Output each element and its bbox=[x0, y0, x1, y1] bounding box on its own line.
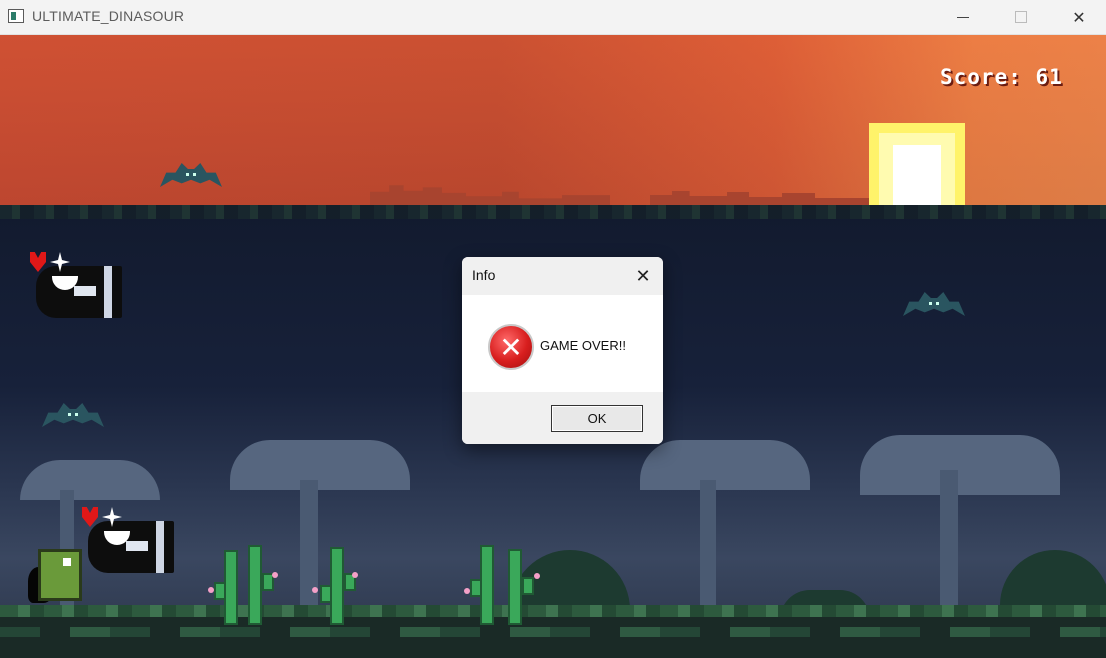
dialog-title: Info bbox=[472, 267, 496, 283]
score-display: Score: 61 bbox=[940, 65, 1063, 89]
cactus bbox=[470, 545, 494, 625]
dialog-message: GAME OVER!! bbox=[540, 338, 626, 353]
cactus bbox=[248, 545, 274, 625]
dialog-body: ✕ GAME OVER!! bbox=[462, 295, 663, 392]
ground bbox=[0, 605, 1106, 658]
bullet-eye bbox=[126, 541, 148, 551]
cactus-arm bbox=[522, 577, 534, 595]
cactus-flower bbox=[464, 588, 470, 594]
dialog-close-button[interactable]: ✕ bbox=[630, 263, 656, 289]
cactus-flower bbox=[208, 587, 214, 593]
dialog-footer: OK bbox=[462, 392, 663, 444]
sun bbox=[869, 123, 965, 205]
cactus-arm bbox=[320, 585, 332, 603]
cactus-flower bbox=[534, 573, 540, 579]
tree-canopy bbox=[230, 440, 410, 490]
bullet-stripe bbox=[104, 266, 112, 318]
cactus-arm bbox=[214, 582, 226, 600]
maximize-button[interactable] bbox=[992, 0, 1050, 34]
cactus bbox=[214, 550, 238, 625]
cactus-flower bbox=[352, 572, 358, 578]
dialog-header: Info ✕ bbox=[462, 257, 663, 295]
tree-trunk bbox=[700, 480, 716, 620]
cactus bbox=[320, 547, 356, 625]
bullet-stripe bbox=[156, 521, 164, 573]
tree-trunk bbox=[940, 470, 958, 620]
bullet-eye bbox=[74, 286, 96, 296]
window-title: ULTIMATE_DINASOUR bbox=[32, 8, 185, 24]
minimize-icon bbox=[957, 16, 969, 18]
close-icon: ✕ bbox=[635, 265, 651, 286]
ok-button[interactable]: OK bbox=[551, 405, 643, 432]
cactus-flower bbox=[272, 572, 278, 578]
error-icon: ✕ bbox=[488, 324, 534, 370]
player-dinosaur bbox=[38, 549, 82, 601]
tree-canopy bbox=[20, 460, 160, 500]
cactus-arm bbox=[470, 579, 482, 597]
app-window-icon bbox=[8, 9, 24, 23]
canopy-edge bbox=[0, 205, 1106, 219]
close-icon: ✕ bbox=[1072, 7, 1086, 27]
info-dialog: Info ✕ ✕ GAME OVER!! OK bbox=[462, 257, 663, 444]
maximize-icon bbox=[1015, 11, 1027, 23]
cactus-flower bbox=[312, 587, 318, 593]
window-titlebar: ULTIMATE_DINASOUR ✕ bbox=[0, 0, 1106, 35]
tree-trunk bbox=[300, 480, 318, 620]
tree-canopy bbox=[640, 440, 810, 490]
bullet-enemy bbox=[82, 507, 174, 577]
close-window-button[interactable]: ✕ bbox=[1050, 0, 1106, 34]
minimize-button[interactable] bbox=[934, 0, 992, 34]
tree-canopy bbox=[860, 435, 1060, 495]
error-icon-glyph: ✕ bbox=[499, 330, 523, 364]
cactus bbox=[508, 549, 534, 625]
bullet-enemy bbox=[30, 252, 122, 322]
